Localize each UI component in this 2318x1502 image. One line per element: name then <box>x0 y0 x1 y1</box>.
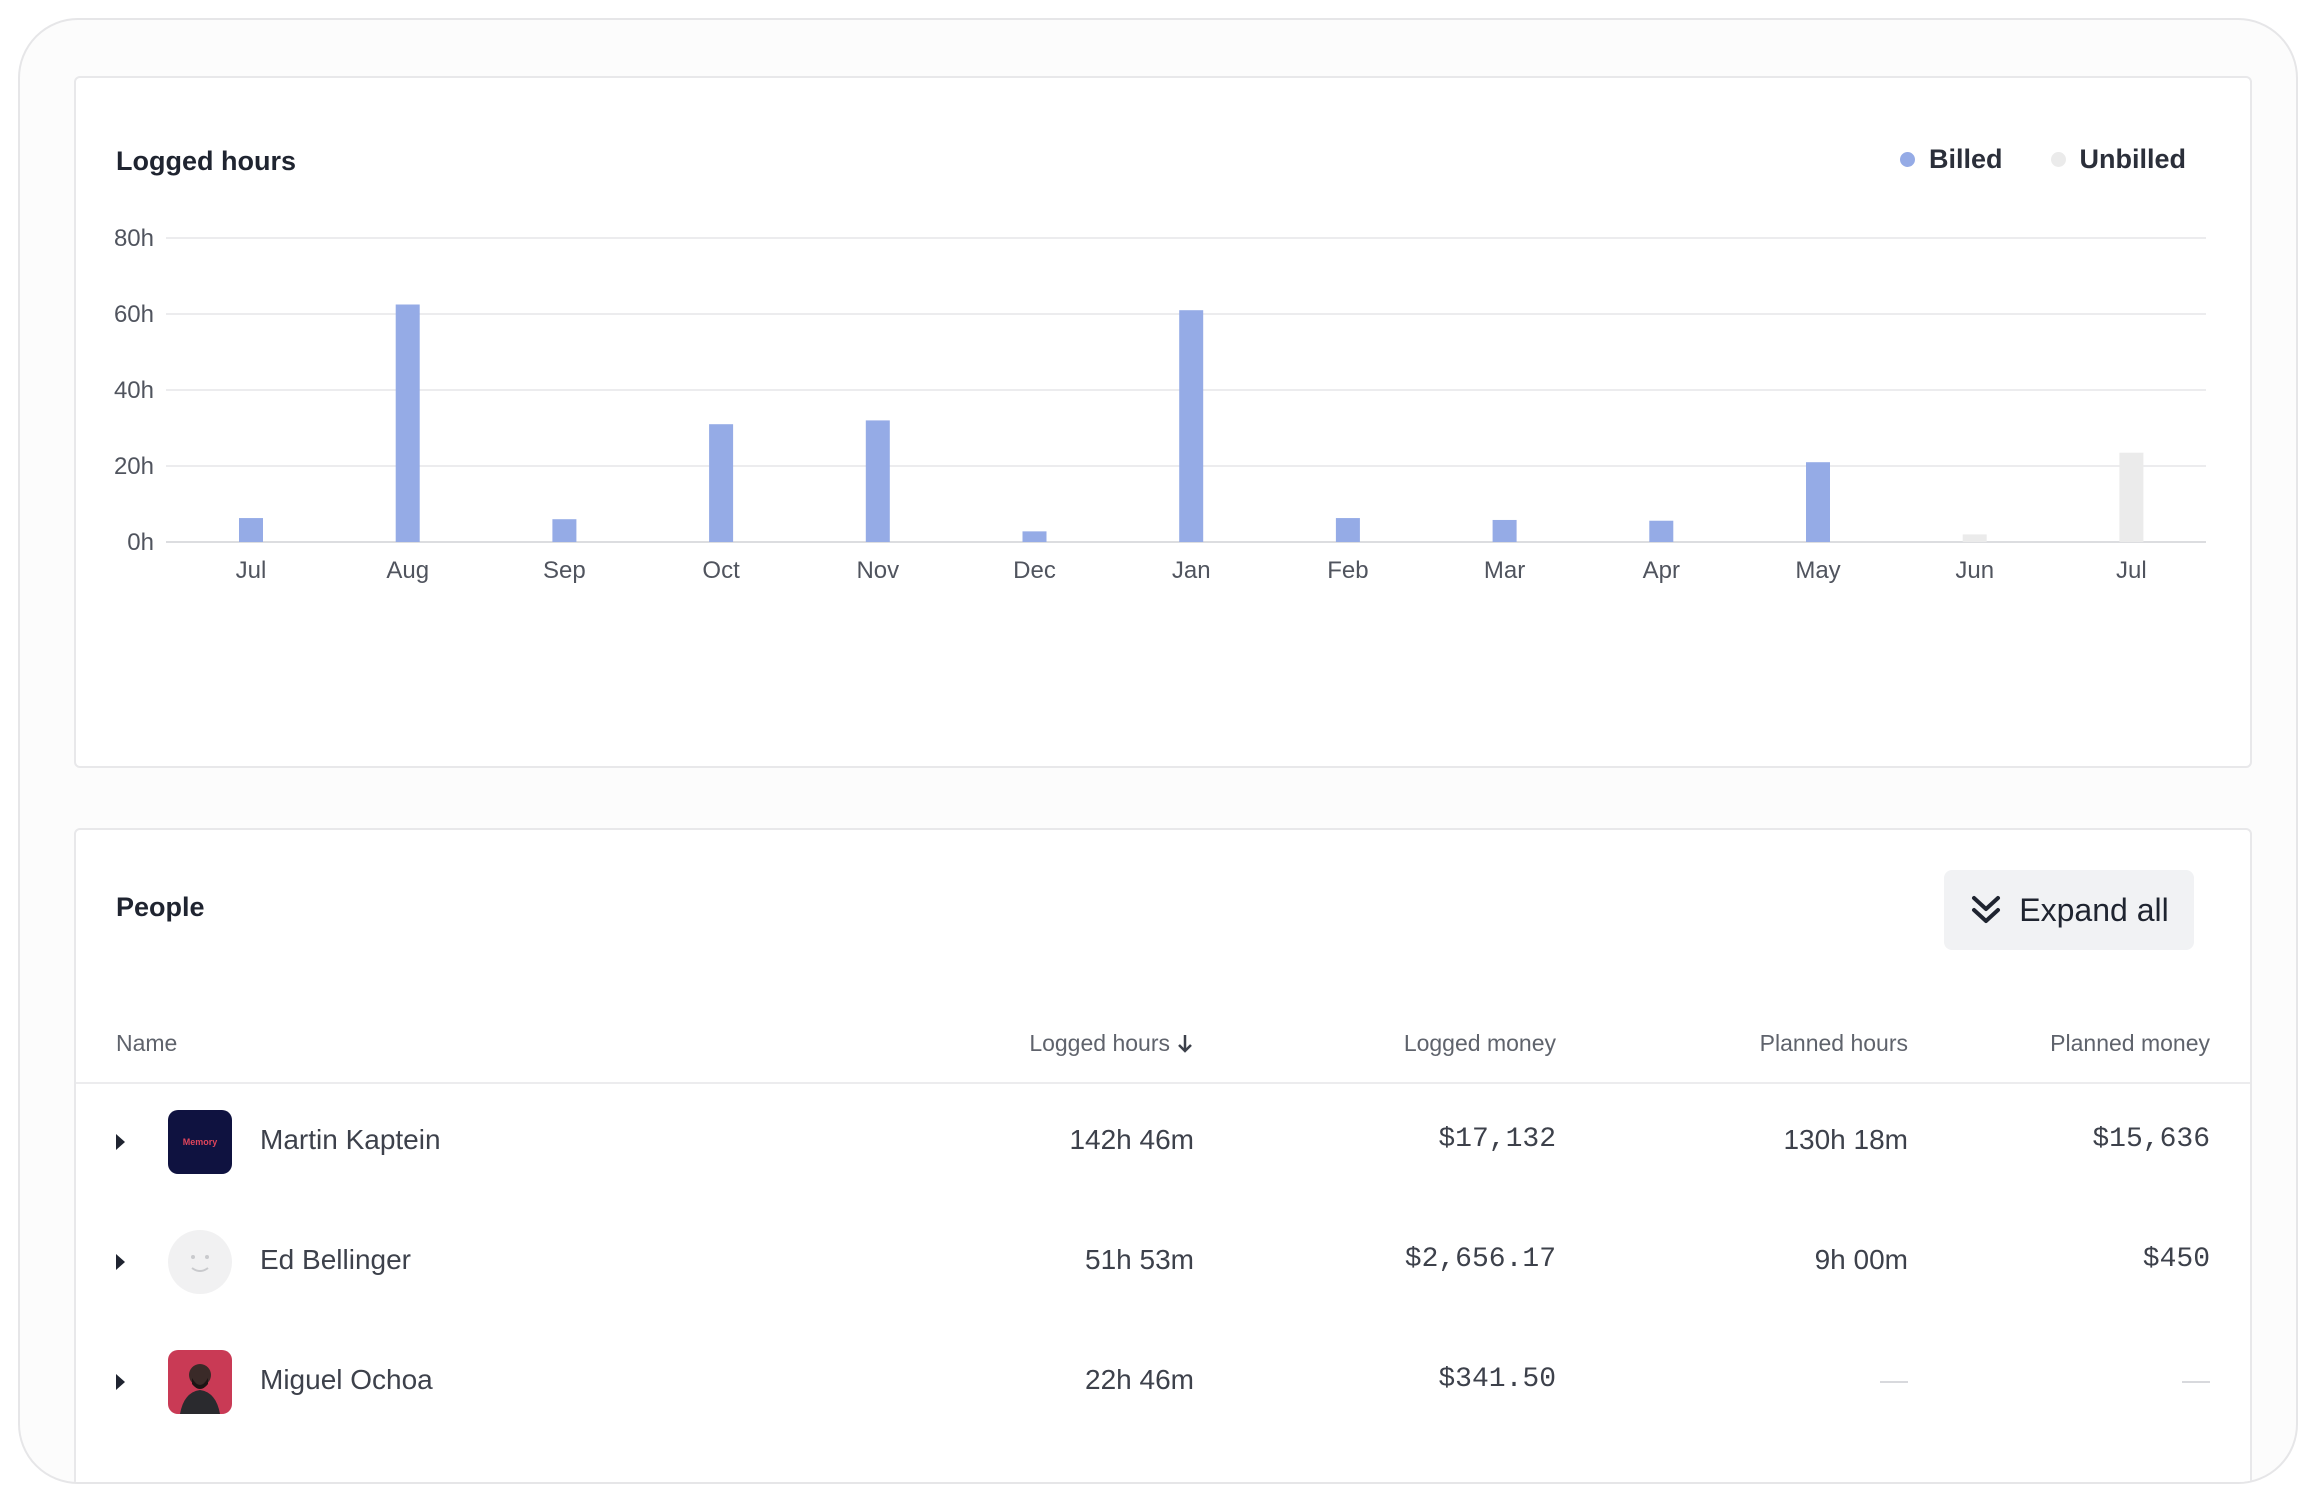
avatar-placeholder <box>168 1230 232 1294</box>
people-card: People Expand all Name Logged hours Logg… <box>74 828 2252 1482</box>
y-tick-label: 40h <box>114 377 154 404</box>
planned-money-value: $15,636 <box>2092 1124 2210 1155</box>
person-name: Miguel Ochoa <box>260 1364 433 1395</box>
x-tick-label: Aug <box>386 557 429 584</box>
logged-money-value: $17,132 <box>1438 1124 1556 1155</box>
x-tick-label: Mar <box>1484 557 1525 584</box>
app-frame: Logged hours Billed Unbilled 0h 20h 40h 60h… <box>18 18 2298 1484</box>
expand-all-button[interactable]: Expand all <box>1944 870 2194 950</box>
bar-billed-apr[interactable] <box>1649 520 1674 542</box>
x-tick-label: Sep <box>543 557 586 584</box>
planned-hours-empty <box>1880 1364 1908 1396</box>
table-row[interactable]: Ed Bellinger 51h 53m $2,656.17 9h 00m $4… <box>76 1202 2250 1322</box>
table-row[interactable]: Memory Martin Kaptein 142h 46m $17,132 1… <box>76 1082 2250 1202</box>
bar-billed-nov[interactable] <box>865 420 890 542</box>
planned-hours-value: 9h 00m <box>1814 1244 1908 1275</box>
x-tick-label: Jul <box>2116 557 2147 584</box>
logged-hours-value: 142h 46m <box>1069 1124 1194 1155</box>
double-chevron-down-icon <box>1972 896 2001 923</box>
y-tick-label: 0h <box>127 529 154 556</box>
x-tick-label: Feb <box>1327 557 1368 584</box>
y-tick-label: 60h <box>114 301 154 328</box>
avatar: Memory <box>168 1110 232 1174</box>
col-planned-hours[interactable]: Planned hours <box>1760 1030 1908 1057</box>
bar-billed-sep[interactable] <box>552 519 577 542</box>
table-header: Name Logged hours Logged money Planned h… <box>76 1012 2250 1084</box>
logged-hours-value: 51h 53m <box>1085 1244 1194 1275</box>
col-planned-money[interactable]: Planned money <box>2050 1030 2210 1057</box>
expand-caret-icon[interactable] <box>116 1134 125 1150</box>
logged-money-value: $341.50 <box>1438 1364 1556 1395</box>
avatar-logo-text: Memory <box>182 1137 218 1147</box>
x-tick-label: Oct <box>702 557 740 584</box>
x-tick-label: Jun <box>1955 557 1994 584</box>
expand-caret-icon[interactable] <box>116 1374 125 1390</box>
planned-money-empty <box>2182 1364 2210 1396</box>
planned-hours-value: 130h 18m <box>1783 1124 1908 1155</box>
x-tick-label: Jul <box>236 557 267 584</box>
x-tick-label: Apr <box>1643 557 1680 584</box>
bar-billed-may[interactable] <box>1806 462 1830 542</box>
x-tick-label: Jan <box>1172 557 1211 584</box>
sort-down-arrow-icon <box>1178 1034 1192 1053</box>
table-row[interactable]: Miguel Ochoa 22h 46m $341.50 <box>76 1322 2250 1442</box>
x-tick-label: Dec <box>1013 557 1056 584</box>
y-tick-label: 20h <box>114 453 154 480</box>
col-name[interactable]: Name <box>116 1030 177 1057</box>
logged-hours-value: 22h 46m <box>1085 1364 1194 1395</box>
x-tick-label: May <box>1795 557 1840 584</box>
bar-billed-jan[interactable] <box>1179 310 1204 542</box>
y-tick-label: 80h <box>114 225 154 252</box>
logged-hours-chart: 0h 20h 40h 60h 80h Jul Aug Sep Oct Nov Dec Jan Feb Ma… <box>114 225 2206 584</box>
bar-billed-jul[interactable] <box>239 518 263 542</box>
bar-billed-oct[interactable] <box>709 424 734 542</box>
person-name: Ed Bellinger <box>260 1244 411 1275</box>
col-logged-hours-label: Logged hours <box>1029 1030 1170 1056</box>
person-name: Martin Kaptein <box>260 1124 441 1155</box>
empty-dash <box>2182 1380 2210 1383</box>
bar-billed-feb[interactable] <box>1335 518 1360 542</box>
expand-all-label: Expand all <box>2019 891 2169 928</box>
empty-dash <box>1880 1380 1908 1383</box>
person-photo-icon <box>180 1364 220 1414</box>
x-tick-label: Nov <box>856 557 899 584</box>
logged-hours-card: Logged hours Billed Unbilled 0h 20h 40h 60h… <box>74 76 2252 768</box>
col-logged-money[interactable]: Logged money <box>1404 1030 1556 1057</box>
bar-unbilled-jul[interactable] <box>2119 452 2144 542</box>
expand-caret-icon[interactable] <box>116 1254 125 1270</box>
logged-money-value: $2,656.17 <box>1404 1244 1556 1275</box>
bar-unbilled-jun[interactable] <box>1962 534 1987 542</box>
smiley-face-icon <box>191 1255 209 1272</box>
bar-billed-mar[interactable] <box>1492 519 1517 542</box>
bar-billed-aug[interactable] <box>395 304 420 543</box>
avatar <box>168 1350 232 1414</box>
bar-billed-dec[interactable] <box>1022 531 1047 542</box>
planned-money-value: $450 <box>2142 1244 2210 1275</box>
people-title: People <box>116 892 205 922</box>
col-logged-hours[interactable]: Logged hours <box>1029 1030 1194 1057</box>
